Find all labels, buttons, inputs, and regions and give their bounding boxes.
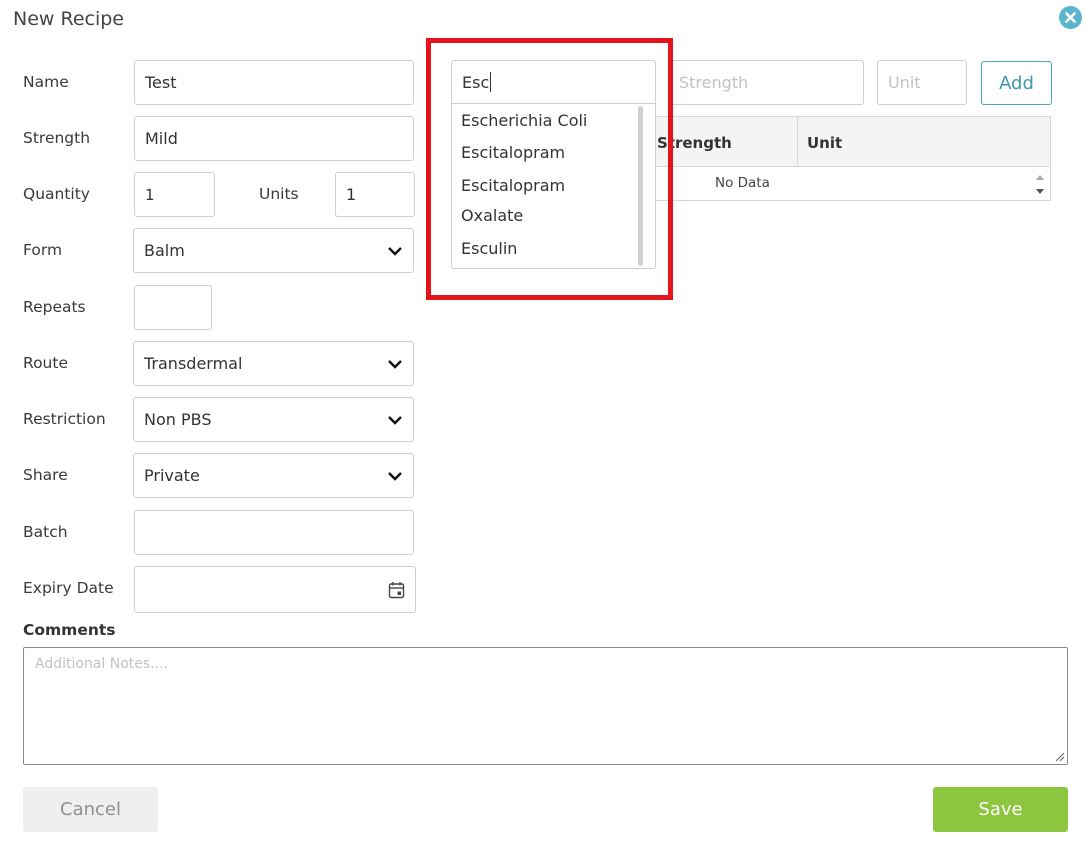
restriction-value: Non PBS [144,410,212,429]
units-input[interactable]: 1 [335,172,415,217]
comments-textarea[interactable]: Additional Notes.... [23,647,1068,765]
ingredient-search-input[interactable]: Esc [451,60,656,104]
grid-scrollbar[interactable] [1032,169,1048,199]
suggestion-item[interactable]: Escitalopram [461,143,565,162]
quantity-value: 1 [145,185,155,204]
units-value: 1 [346,185,357,204]
name-input[interactable]: Test [134,60,414,105]
suggestion-scrollbar[interactable] [638,106,643,266]
quantity-input[interactable]: 1 [134,172,215,217]
grid-column-divider [797,117,798,167]
calendar-icon[interactable] [388,581,405,599]
chevron-down-icon [388,359,402,369]
ingredient-unit-input[interactable]: Unit [877,60,967,105]
batch-input[interactable] [134,510,414,555]
suggestion-item[interactable]: Escherichia Coli [461,111,587,130]
units-label: Units [259,185,299,203]
quantity-label: Quantity [23,185,90,203]
dialog-title: New Recipe [13,8,124,30]
restriction-label: Restriction [23,410,106,428]
strength-label: Strength [23,129,91,147]
grid-empty-message: No Data [715,175,770,191]
repeats-label: Repeats [23,298,86,316]
route-value: Transdermal [144,354,243,373]
chevron-down-icon [388,246,402,256]
share-value: Private [144,466,200,485]
ingredient-grid: Strength Unit No Data [632,116,1051,201]
form-select[interactable]: Balm [133,228,414,273]
comments-label: Comments [23,621,116,639]
ingredient-suggestion-list: Escherichia Coli Escitalopram Escitalopr… [451,103,656,269]
ingredient-unit-placeholder: Unit [888,73,921,92]
suggestion-item[interactable]: Escitalopram [461,176,565,195]
expiry-date-input[interactable] [134,566,416,613]
close-icon [1065,12,1076,23]
batch-label: Batch [23,523,68,541]
resize-handle-icon[interactable] [1055,752,1065,762]
grid-header: Strength Unit [633,117,1050,167]
text-caret [490,72,492,92]
repeats-input[interactable] [134,285,212,330]
grid-column-unit[interactable]: Unit [807,134,842,152]
ingredient-strength-input[interactable]: Strength [668,60,864,105]
share-label: Share [23,466,68,484]
route-label: Route [23,354,68,372]
route-select[interactable]: Transdermal [133,341,414,386]
strength-input[interactable]: Mild [134,116,414,161]
expiry-date-label: Expiry Date [23,579,114,597]
name-value: Test [145,73,177,92]
name-label: Name [23,73,69,91]
close-button[interactable] [1059,6,1082,29]
chevron-down-icon [388,471,402,481]
chevron-down-icon [388,415,402,425]
ingredient-search-value: Esc [462,72,490,92]
grid-column-strength[interactable]: Strength [657,134,732,152]
ingredient-strength-placeholder: Strength [679,73,749,92]
restriction-select[interactable]: Non PBS [133,397,414,442]
form-label: Form [23,241,63,259]
comments-placeholder: Additional Notes.... [35,656,168,672]
form-value: Balm [144,241,185,260]
suggestion-item[interactable]: Oxalate [461,206,523,225]
suggestion-item[interactable]: Esculin [461,239,517,258]
strength-value: Mild [145,129,178,148]
share-select[interactable]: Private [133,453,414,498]
cancel-button[interactable]: Cancel [23,787,158,832]
save-button[interactable]: Save [933,787,1068,832]
add-ingredient-button[interactable]: Add [981,61,1052,105]
